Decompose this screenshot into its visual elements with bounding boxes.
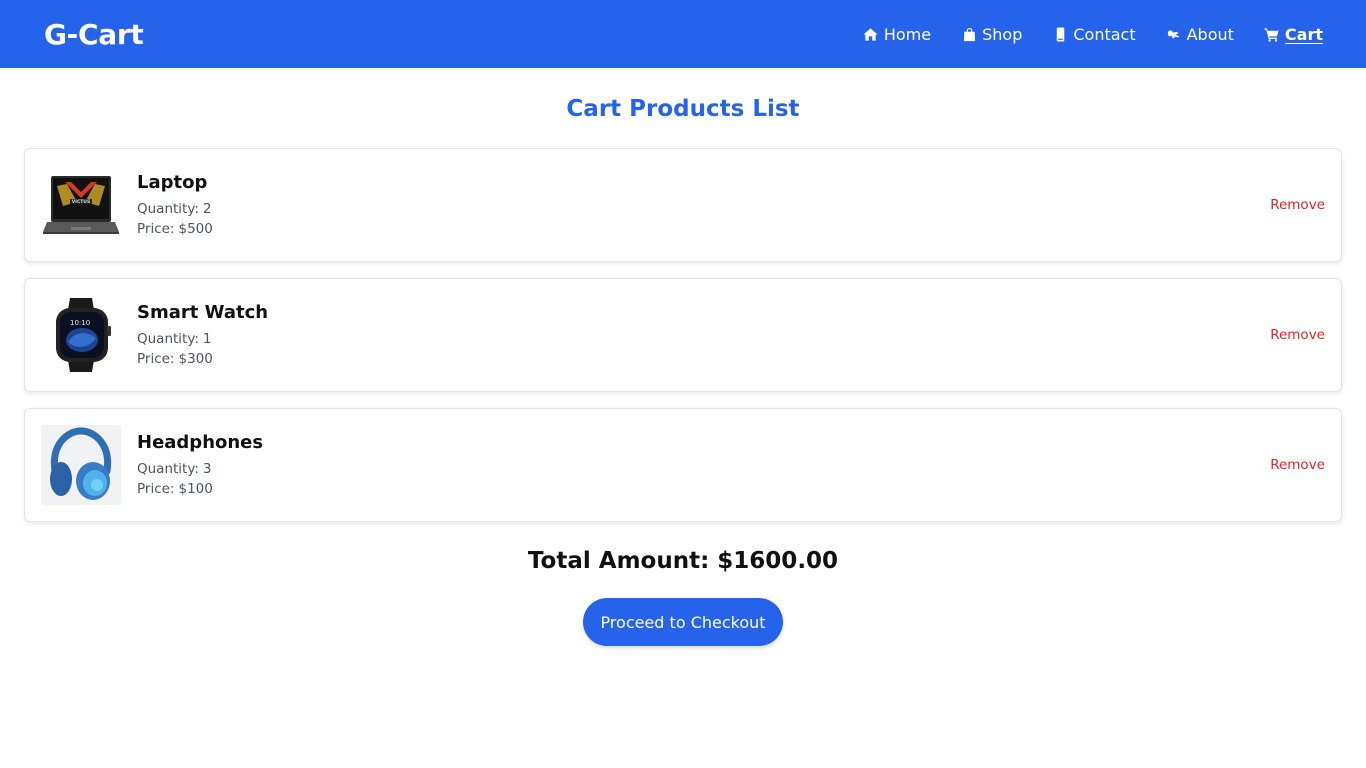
nav-cart-label: Cart [1284,24,1323,44]
price-value: $100 [178,480,213,497]
quantity-label: Quantity: [137,200,199,217]
price-label: Price: [137,350,175,367]
item-quantity: Quantity: 2 [137,199,1270,219]
item-info: Laptop Quantity: 2 Price: $500 [137,172,1270,239]
item-info: Smart Watch Quantity: 1 Price: $300 [137,302,1270,369]
item-quantity: Quantity: 3 [137,459,1270,479]
nav-about-label: About [1186,24,1234,44]
item-price: Price: $100 [137,479,1270,499]
quantity-value: 2 [202,200,212,217]
brand-logo[interactable]: G-Cart [44,18,144,51]
total-amount: Total Amount: $1600.00 [0,548,1366,574]
item-info: Headphones Quantity: 3 Price: $100 [137,432,1270,499]
laptop-image: VICTUS [41,165,121,245]
remove-button[interactable]: Remove [1270,327,1325,343]
price-value: $500 [178,220,213,237]
page-title: Cart Products List [566,96,800,122]
item-price: Price: $300 [137,349,1270,369]
total-label: Total Amount: [527,548,710,574]
cart-list: VICTUS Laptop Quantity: 2 Price: $500 Remo… [24,148,1342,522]
nav-home[interactable]: Home [862,25,931,44]
cart-icon [1263,25,1281,43]
item-quantity: Quantity: 1 [137,329,1270,349]
phone-icon [1051,25,1069,43]
navbar: G-Cart Home Shop Contact About Cart [0,0,1366,68]
home-icon [862,25,880,43]
remove-button[interactable]: Remove [1270,457,1325,473]
price-label: Price: [137,220,175,237]
price-label: Price: [137,480,175,497]
hand-icon [1165,25,1183,43]
main-nav: Home Shop Contact About Cart [833,25,1323,44]
item-price: Price: $500 [137,219,1270,239]
nav-about[interactable]: About [1165,25,1234,44]
quantity-value: 1 [202,330,212,347]
smart-watch-image: 10:10 [41,295,121,375]
svg-text:10:10: 10:10 [70,319,90,327]
quantity-label: Quantity: [137,460,199,477]
checkout-container: Proceed to Checkout [0,598,1366,646]
cart-item: 10:10 Smart Watch Quantity: 1 Price: $300 … [24,278,1342,392]
total-value: $1600.00 [717,548,839,574]
nav-home-label: Home [883,24,932,44]
item-name: Smart Watch [137,301,269,323]
cart-item: Headphones Quantity: 3 Price: $100 Remove [24,408,1342,522]
quantity-label: Quantity: [137,330,199,347]
cart-item: VICTUS Laptop Quantity: 2 Price: $500 Remo… [24,148,1342,262]
nav-cart[interactable]: Cart [1263,25,1323,44]
quantity-value: 3 [202,460,212,477]
svg-text:VICTUS: VICTUS [72,199,90,205]
headphones-image [41,425,121,505]
nav-shop[interactable]: Shop [960,25,1022,44]
checkout-button[interactable]: Proceed to Checkout [583,598,783,646]
nav-contact-label: Contact [1073,24,1136,44]
item-name: Laptop [137,171,208,193]
nav-contact[interactable]: Contact [1051,24,1136,44]
item-name: Headphones [137,431,264,453]
remove-button[interactable]: Remove [1270,197,1325,213]
shopping-bag-icon [960,25,978,43]
nav-shop-label: Shop [982,24,1023,44]
price-value: $300 [178,350,213,367]
